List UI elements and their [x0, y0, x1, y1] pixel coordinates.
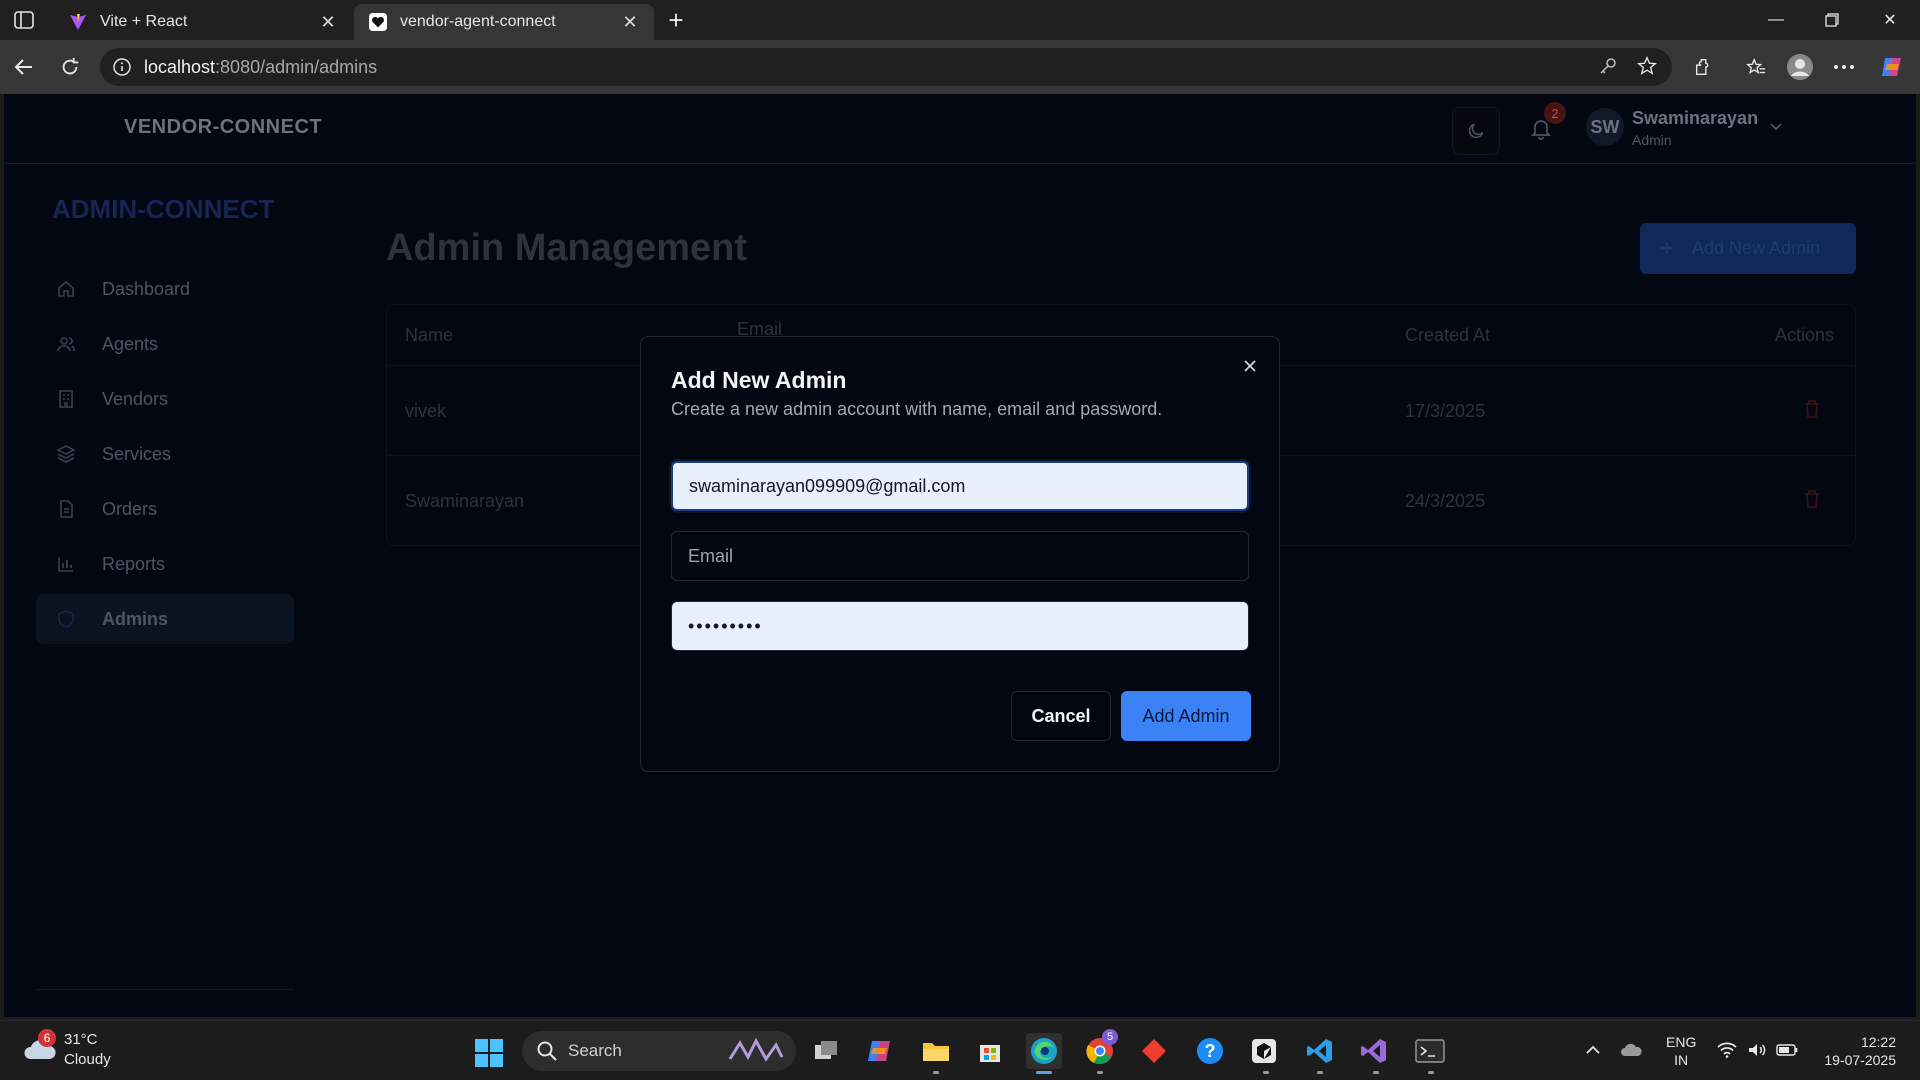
refresh-icon[interactable] — [56, 53, 84, 81]
edge-browser-icon[interactable] — [1026, 1033, 1062, 1069]
windows-start-icon[interactable] — [474, 1038, 504, 1068]
system-clock[interactable]: 12:22 19-07-2025 — [1814, 1033, 1896, 1069]
running-indicator — [1097, 1071, 1103, 1074]
vite-icon — [68, 12, 88, 32]
terminal-icon[interactable] — [1412, 1033, 1448, 1069]
help-icon[interactable]: ? — [1192, 1033, 1228, 1069]
weather-temperature[interactable]: 31°C — [64, 1031, 98, 1048]
language-region: IN — [1674, 1052, 1689, 1068]
running-indicator — [1317, 1071, 1323, 1074]
battery-icon[interactable] — [1776, 1039, 1798, 1061]
file-explorer-icon[interactable] — [918, 1033, 954, 1069]
git-diamond-icon[interactable] — [1136, 1033, 1172, 1069]
url-host: localhost — [144, 56, 216, 77]
address-bar-row: localhost:8080/admin/admins — [0, 40, 1920, 94]
new-tab-button[interactable]: + — [662, 5, 690, 35]
more-options-icon[interactable] — [1830, 53, 1858, 81]
url-bar[interactable]: localhost:8080/admin/admins — [100, 48, 1672, 86]
running-indicator — [1263, 1071, 1269, 1074]
clock-date: 19-07-2025 — [1824, 1052, 1896, 1068]
tab-actions-icon[interactable] — [12, 8, 36, 32]
heart-icon — [368, 12, 388, 32]
close-icon[interactable] — [1239, 355, 1261, 377]
search-icon — [536, 1040, 558, 1062]
back-arrow-icon[interactable] — [10, 53, 38, 81]
copilot-icon[interactable] — [1878, 53, 1906, 81]
dialog-title: Add New Admin — [671, 367, 847, 393]
weather-condition[interactable]: Cloudy — [64, 1051, 111, 1068]
name-field[interactable] — [671, 461, 1249, 511]
running-indicator — [1428, 1071, 1434, 1074]
email-field[interactable] — [671, 531, 1249, 581]
favorite-star-icon[interactable] — [1636, 55, 1658, 77]
weather-badge: 6 — [38, 1029, 56, 1047]
microsoft-store-icon[interactable] — [972, 1033, 1008, 1069]
add-admin-dialog: Add New Admin Create a new admin account… — [640, 336, 1280, 772]
window-close-icon[interactable]: ✕ — [1870, 6, 1910, 34]
app-viewport: VENDOR-CONNECT 2 SW Swaminarayan Admin A… — [4, 94, 1916, 1017]
taskbar: 6 31°C Cloudy Search 5 ? ENG IN 12:22 19… — [0, 1020, 1920, 1080]
chevron-up-icon[interactable] — [1582, 1039, 1604, 1061]
close-icon[interactable]: ✕ — [318, 12, 338, 32]
language-code: ENG — [1666, 1034, 1697, 1050]
search-highlight-icon — [726, 1037, 786, 1065]
active-indicator — [1036, 1071, 1052, 1074]
chrome-badge: 5 — [1102, 1029, 1118, 1045]
browser-tab-bar: Vite + React ✕ vendor-agent-connect ✕ + … — [0, 0, 1920, 40]
language-indicator[interactable]: ENG IN — [1666, 1033, 1696, 1069]
visual-studio-icon[interactable] — [1356, 1033, 1392, 1069]
running-indicator — [933, 1071, 939, 1074]
info-icon[interactable] — [112, 57, 132, 77]
search-label: Search — [568, 1041, 622, 1060]
task-view-icon[interactable] — [808, 1033, 844, 1069]
copilot-app-icon[interactable] — [862, 1033, 898, 1069]
extensions-icon[interactable] — [1690, 53, 1718, 81]
tab-vite-react[interactable]: Vite + React ✕ — [54, 4, 352, 40]
favorites-icon[interactable] — [1742, 53, 1770, 81]
taskbar-search[interactable]: Search — [522, 1031, 796, 1071]
password-key-icon[interactable] — [1598, 56, 1620, 78]
clock-time: 12:22 — [1860, 1034, 1896, 1050]
cancel-button[interactable]: Cancel — [1011, 691, 1111, 741]
svg-text:?: ? — [1205, 1041, 1216, 1061]
wifi-icon[interactable] — [1716, 1039, 1738, 1061]
minimize-icon[interactable]: — — [1756, 6, 1796, 34]
tab-vendor-agent-connect[interactable]: vendor-agent-connect ✕ — [354, 4, 654, 40]
dialog-description: Create a new admin account with name, em… — [671, 399, 1163, 419]
restore-icon[interactable] — [1812, 6, 1852, 34]
url-path: :8080/admin/admins — [215, 56, 378, 77]
close-icon[interactable]: ✕ — [620, 12, 640, 32]
add-admin-button[interactable]: Add Admin — [1121, 691, 1251, 741]
onedrive-icon[interactable] — [1620, 1039, 1642, 1061]
running-indicator — [1373, 1071, 1379, 1074]
box-app-icon[interactable] — [1246, 1033, 1282, 1069]
tab-title: vendor-agent-connect — [400, 13, 556, 30]
vscode-icon[interactable] — [1302, 1033, 1338, 1069]
profile-icon[interactable] — [1786, 53, 1814, 81]
tab-title: Vite + React — [100, 13, 188, 30]
volume-icon[interactable] — [1746, 1039, 1768, 1061]
password-field[interactable] — [671, 601, 1249, 651]
